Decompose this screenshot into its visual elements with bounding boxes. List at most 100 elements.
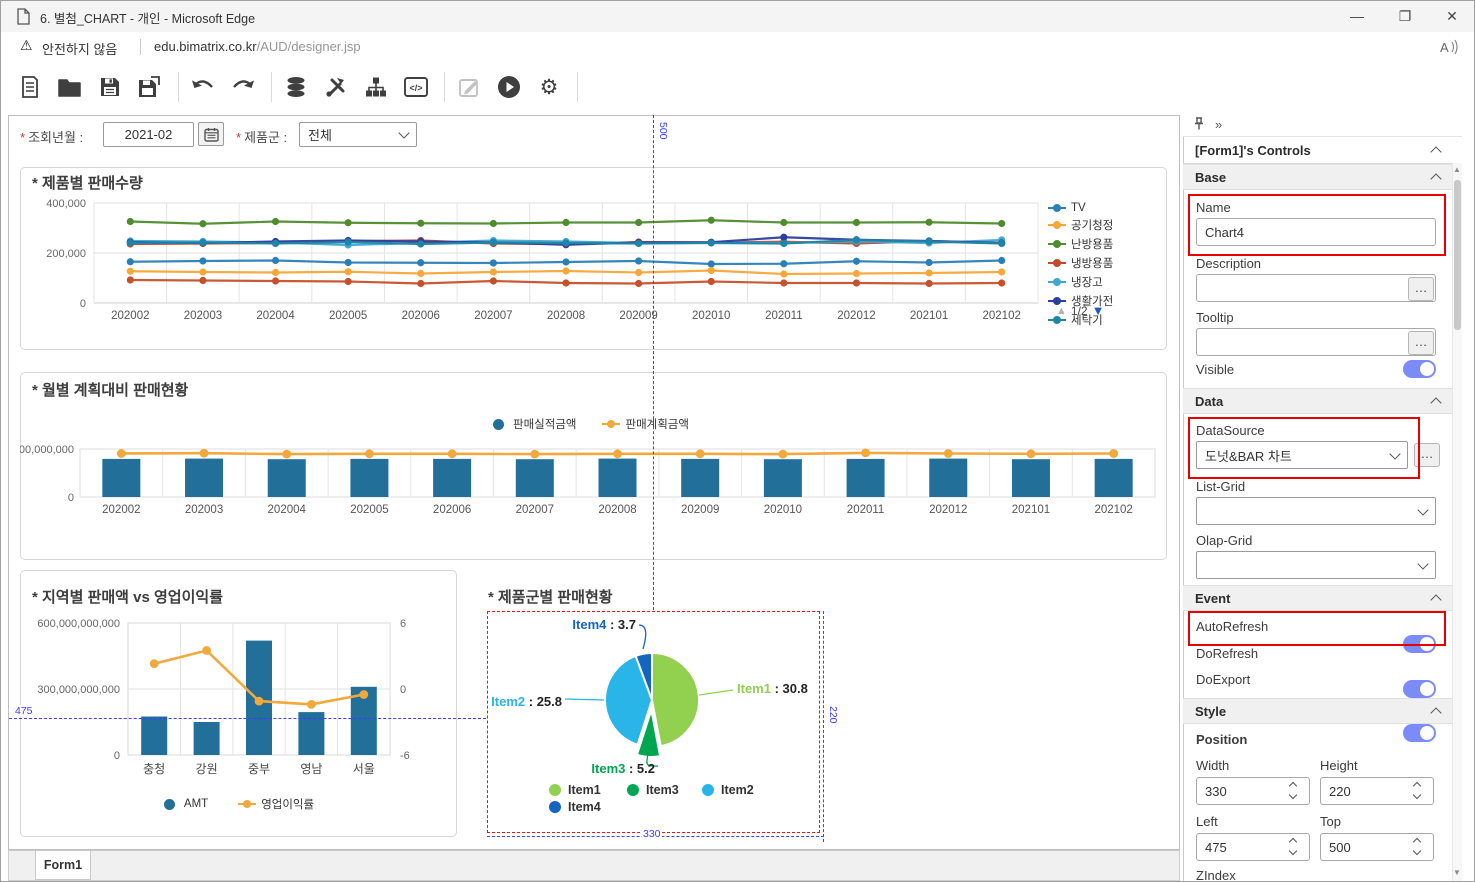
calendar-button[interactable] (198, 122, 224, 146)
legend-item: Item3 (627, 783, 679, 797)
section-event[interactable]: Event (1183, 585, 1452, 611)
source-code-icon[interactable]: </> (402, 73, 430, 101)
run-icon[interactable] (495, 73, 523, 101)
tooltip-input[interactable] (1196, 328, 1436, 356)
olapgrid-select[interactable] (1196, 551, 1436, 579)
section-data[interactable]: Data (1183, 388, 1452, 414)
chart1-legend-pager[interactable]: ▲1/2▼ (1056, 303, 1104, 318)
hierarchy-icon[interactable] (362, 73, 390, 101)
legend-item: Item1 (549, 783, 601, 797)
x-tick-label: 202102 (983, 310, 1021, 322)
bar (194, 722, 220, 755)
data-point (199, 239, 206, 246)
data-point (272, 218, 279, 225)
build-tools-icon[interactable] (322, 73, 350, 101)
section-style[interactable]: Style (1183, 698, 1452, 724)
guide-height-label: 220 (826, 706, 840, 724)
url-path: /AUD/designer.jsp (257, 39, 361, 54)
section-event-label: Event (1195, 591, 1230, 606)
legend-label: Item4 (568, 800, 601, 814)
autorefresh-toggle[interactable] (1403, 635, 1436, 653)
section-base[interactable]: Base (1183, 164, 1452, 190)
listgrid-select[interactable] (1196, 497, 1436, 525)
x-tick-label: 강원 (196, 762, 218, 776)
data-point (1109, 449, 1118, 458)
pin-icon[interactable] (1193, 117, 1205, 131)
close-button[interactable]: ✕ (1432, 3, 1472, 29)
data-point (861, 449, 870, 458)
legend-label: Item2 (721, 783, 754, 797)
legend-label: 냉방용품 (1071, 255, 1113, 271)
legend-item: TV (1048, 202, 1158, 214)
open-folder-icon[interactable] (56, 73, 84, 101)
date-input[interactable] (103, 122, 194, 147)
doexport-toggle[interactable] (1403, 724, 1436, 742)
data-point (490, 259, 497, 266)
maximize-button[interactable]: ❐ (1385, 3, 1425, 29)
data-point (944, 449, 953, 458)
undo-icon[interactable] (189, 73, 217, 101)
y2-tick-label: -6 (400, 750, 410, 762)
guide-top-label: 500 (656, 122, 670, 140)
zindex-label: ZIndex (1196, 868, 1236, 882)
data-point (272, 257, 279, 264)
data-point (417, 270, 424, 277)
data-point (490, 277, 497, 284)
data-point (780, 219, 787, 226)
save-as-icon[interactable] (136, 73, 164, 101)
y-tick-label: 400,000 (46, 198, 86, 210)
bar (764, 459, 802, 497)
y-tick-label: 0 (114, 750, 120, 762)
collapse-panel-icon[interactable]: » (1215, 117, 1222, 132)
legend-label: 공기청정 (1071, 217, 1113, 233)
settings-icon[interactable]: ⚙ (535, 73, 563, 101)
data-point (708, 260, 715, 267)
read-aloud-icon[interactable]: A (1438, 38, 1458, 56)
divider (444, 72, 445, 102)
data-point (635, 219, 642, 226)
name-input[interactable] (1196, 218, 1436, 246)
form1-tab[interactable]: Form1 (35, 851, 91, 880)
section-base-label: Base (1195, 170, 1226, 185)
visible-toggle[interactable] (1403, 360, 1436, 378)
legend-item: Item2 (702, 783, 754, 797)
panel-header[interactable]: [Form1]'s Controls (1183, 137, 1452, 164)
datasource-more-button[interactable]: … (1414, 443, 1440, 467)
category-select[interactable]: 전체 (299, 122, 417, 147)
security-warning-text[interactable]: 안전하지 않음 (42, 39, 117, 58)
dorefresh-toggle[interactable] (1403, 680, 1436, 698)
bar (433, 459, 471, 497)
datasource-select[interactable]: 도넛&BAR 차트 (1196, 441, 1408, 469)
x-tick-label: 202002 (102, 504, 140, 516)
legend-marker (549, 801, 561, 813)
scroll-down-icon[interactable]: ▼ (1452, 866, 1462, 880)
new-document-icon[interactable] (16, 73, 44, 101)
legend-page-up-icon[interactable]: ▲ (1056, 305, 1067, 317)
x-tick-label: 중부 (248, 762, 270, 776)
minimize-button[interactable]: — (1337, 3, 1377, 29)
data-point (853, 279, 860, 286)
description-more-button[interactable]: … (1408, 277, 1434, 301)
redo-icon[interactable] (229, 73, 257, 101)
scrollbar-thumb[interactable] (1454, 180, 1461, 330)
data-point (635, 280, 642, 287)
data-point (127, 276, 134, 283)
divider (140, 39, 141, 55)
legend-marker (1048, 240, 1066, 248)
divider (577, 72, 578, 102)
tooltip-more-button[interactable]: … (1408, 331, 1434, 355)
description-input[interactable] (1196, 274, 1436, 302)
chevron-down-icon (1389, 448, 1400, 459)
chart3-legend: AMT영업이익률 (20, 796, 455, 815)
x-tick-label: 202009 (619, 310, 657, 322)
data-point (127, 268, 134, 275)
legend-page-down-icon[interactable]: ▼ (1092, 303, 1105, 318)
scroll-up-icon[interactable]: ▲ (1452, 163, 1462, 177)
database-icon[interactable] (282, 73, 310, 101)
legend-item: 공기청정 (1048, 217, 1158, 233)
address-url[interactable]: edu.bimatrix.co.kr/AUD/designer.jsp (154, 39, 361, 54)
save-icon[interactable] (96, 73, 124, 101)
data-point (272, 277, 279, 284)
data-point (998, 220, 1005, 227)
data-point (780, 240, 787, 247)
